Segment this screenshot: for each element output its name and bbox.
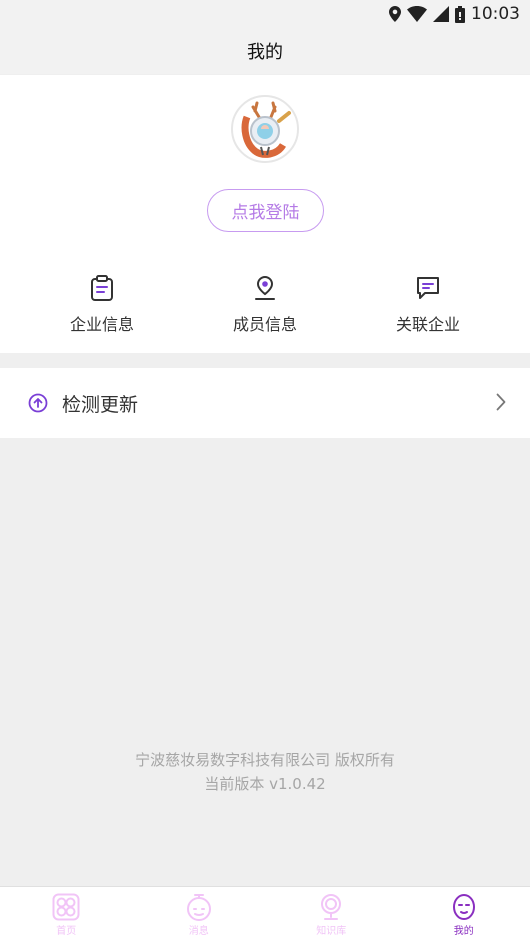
clipboard-icon	[91, 275, 113, 301]
profile-card: 点我登陆 企业信息 成员信息 关联企业	[0, 75, 530, 353]
bottom-tab-bar: 首页 消息 知识库 我的	[0, 886, 530, 942]
location-icon	[389, 6, 401, 22]
version-text: 当前版本 v1.0.42	[204, 775, 326, 793]
tab-messages[interactable]: 消息	[133, 887, 266, 942]
page-title: 我的	[247, 42, 283, 63]
check-update-label: 检测更新	[62, 393, 139, 416]
face-icon	[452, 894, 475, 920]
check-update-row[interactable]: 检测更新	[0, 368, 530, 438]
tab-knowledge[interactable]: 知识库	[265, 887, 398, 942]
linked-enterprise-label: 关联企业	[395, 315, 460, 334]
cell-signal-icon	[433, 6, 449, 22]
footer: 宁波慈妆易数字科技有限公司 版权所有 当前版本 v1.0.42	[0, 748, 530, 796]
upload-circle-icon	[28, 393, 48, 413]
status-time: 10:03	[471, 4, 520, 24]
mascot-avatar-icon	[241, 101, 291, 158]
enterprise-info-link[interactable]: 企业信息	[32, 275, 172, 339]
chevron-right-icon	[496, 393, 506, 411]
linked-enterprise-link[interactable]: 关联企业	[358, 275, 498, 339]
battery-icon	[455, 5, 465, 23]
login-button[interactable]: 点我登陆	[207, 189, 324, 232]
home-grid-icon	[52, 893, 80, 921]
mirror-icon	[321, 894, 342, 920]
member-info-label: 成员信息	[232, 315, 297, 334]
avatar[interactable]	[231, 95, 299, 163]
tab-mine[interactable]: 我的	[398, 887, 530, 942]
tab-home[interactable]: 首页	[0, 887, 133, 942]
message-bot-icon	[186, 894, 211, 921]
tab-home-label: 首页	[56, 926, 77, 937]
status-bar: 10:03	[0, 0, 530, 28]
member-info-link[interactable]: 成员信息	[195, 275, 335, 339]
tab-messages-label: 消息	[188, 926, 209, 937]
tab-knowledge-label: 知识库	[316, 926, 347, 937]
copyright-text: 宁波慈妆易数字科技有限公司 版权所有	[135, 751, 395, 769]
tab-mine-label: 我的	[453, 926, 474, 937]
person-icon	[255, 275, 275, 300]
enterprise-info-label: 企业信息	[69, 315, 134, 334]
chat-icon	[417, 277, 439, 299]
title-bar: 我的	[0, 28, 530, 74]
wifi-icon	[407, 6, 427, 22]
